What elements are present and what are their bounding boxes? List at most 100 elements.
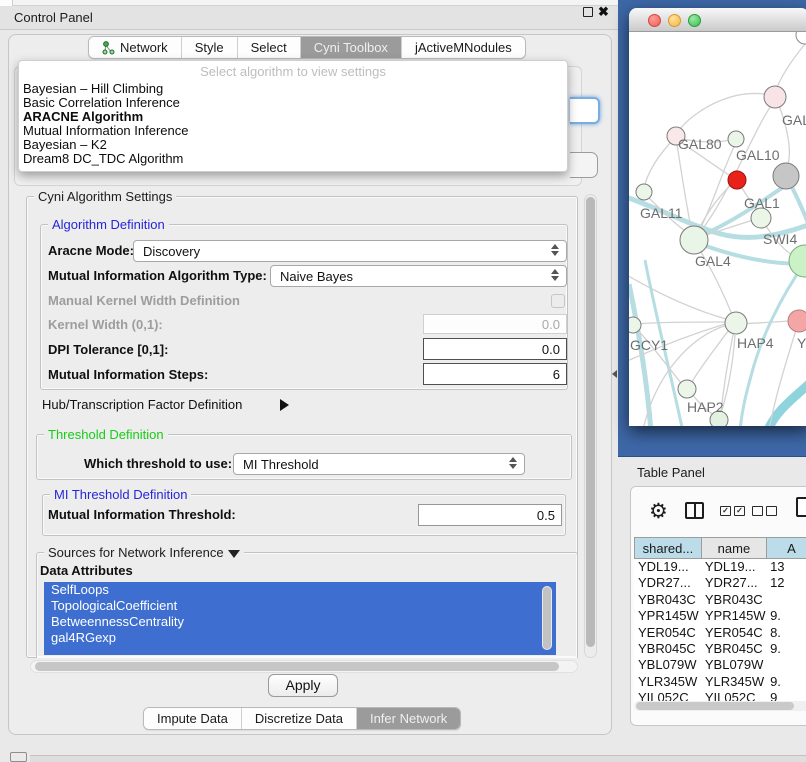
network-node[interactable] bbox=[728, 171, 746, 189]
network-node[interactable] bbox=[773, 163, 799, 189]
expand-arrow-icon[interactable] bbox=[280, 399, 289, 411]
network-node[interactable] bbox=[728, 131, 744, 147]
tab-cyni-toolbox[interactable]: Cyni Toolbox bbox=[301, 37, 402, 58]
float-panel-icon[interactable] bbox=[583, 7, 593, 17]
network-node[interactable] bbox=[764, 86, 786, 108]
table-cell: YDL19... bbox=[701, 559, 766, 575]
attribute-item[interactable]: SelfLoops bbox=[44, 582, 556, 598]
dropdown-item[interactable]: Basic Correlation Inference bbox=[23, 96, 563, 110]
minimize-window-icon[interactable] bbox=[668, 14, 681, 27]
deselect-all-icon[interactable] bbox=[752, 506, 777, 516]
column-header[interactable]: shared... bbox=[634, 537, 701, 559]
table-row[interactable]: YDR27...YDR27...12 bbox=[634, 575, 806, 591]
network-node[interactable] bbox=[636, 184, 652, 200]
table-cell: YPR145W bbox=[701, 608, 766, 624]
table-cell: 9. bbox=[766, 608, 806, 624]
panel-resize-grip[interactable] bbox=[612, 370, 617, 378]
network-node[interactable] bbox=[629, 317, 641, 333]
close-panel-icon[interactable]: ✖ bbox=[598, 4, 609, 20]
dropdown-item[interactable]: Mutual Information Inference bbox=[23, 124, 563, 138]
table-cell: YER054C bbox=[634, 625, 701, 641]
hub-transcription-factor-label[interactable]: Hub/Transcription Factor Definition bbox=[42, 394, 242, 416]
node-label: GAL10 bbox=[736, 147, 780, 163]
tab-label: jActiveMNodules bbox=[415, 40, 512, 55]
settings-vertical-scrollbar[interactable] bbox=[584, 194, 597, 658]
dropdown-item[interactable]: Bayesian – Hill Climbing bbox=[23, 82, 563, 96]
table-row[interactable]: YBR045CYBR045C9. bbox=[634, 641, 806, 657]
dpi-tolerance-field[interactable]: 0.0 bbox=[423, 338, 567, 360]
mi-algorithm-type-combobox[interactable]: Naive Bayes bbox=[270, 265, 567, 287]
status-strip bbox=[30, 755, 806, 762]
table-row[interactable]: YBR043CYBR043C bbox=[634, 592, 806, 608]
attribute-item[interactable]: TopologicalCoefficient bbox=[44, 598, 556, 614]
tab-label: Style bbox=[195, 40, 224, 55]
table-cell: YDL19... bbox=[634, 559, 701, 575]
tab-discretize-data[interactable]: Discretize Data bbox=[242, 708, 357, 729]
network-window[interactable]: GALGAL80GAL10GAL11GAL1SWI4GAL4GCY1HAP4YH… bbox=[629, 8, 806, 426]
network-edge bbox=[776, 44, 805, 90]
network-node[interactable] bbox=[725, 312, 747, 334]
dropdown-item[interactable]: ARACNE Algorithm bbox=[23, 110, 563, 124]
tab-style[interactable]: Style bbox=[182, 37, 238, 58]
network-node[interactable] bbox=[751, 208, 771, 228]
apply-button[interactable]: Apply bbox=[268, 674, 338, 697]
table-cell: 9. bbox=[766, 641, 806, 657]
close-window-icon[interactable] bbox=[648, 14, 661, 27]
tab-infer-network[interactable]: Infer Network bbox=[357, 708, 460, 729]
table-cell: YER054C bbox=[701, 625, 766, 641]
table-row[interactable]: YBL079WYBL079W bbox=[634, 657, 806, 673]
network-node[interactable] bbox=[788, 310, 806, 332]
application-root: Control Panel ✖ Network Style SelectCyni T… bbox=[0, 0, 806, 762]
tab-label: Discretize Data bbox=[255, 711, 343, 726]
mi-steps-field[interactable]: 6 bbox=[423, 363, 567, 385]
attribute-item[interactable]: BetweennessCentrality bbox=[44, 614, 556, 630]
tab-jactivemnodules[interactable]: jActiveMNodules bbox=[402, 37, 525, 58]
table-cell: 13 bbox=[766, 559, 806, 575]
dropdown-item[interactable]: Bayesian – K2 bbox=[23, 138, 563, 152]
zoom-window-icon[interactable] bbox=[688, 14, 701, 27]
settings-horizontal-scrollbar[interactable] bbox=[30, 660, 578, 673]
table-row[interactable]: YER054CYER054C8. bbox=[634, 625, 806, 641]
network-node[interactable] bbox=[789, 245, 806, 277]
list-scrollbar[interactable] bbox=[542, 586, 552, 650]
tab-impute-data[interactable]: Impute Data bbox=[144, 708, 242, 729]
threshold-definition-title: Threshold Definition bbox=[44, 427, 168, 442]
tab-select[interactable]: Select bbox=[238, 37, 301, 58]
mi-algorithm-type-value: Naive Bayes bbox=[280, 269, 353, 284]
table-row[interactable]: YDL19...YDL19...13 bbox=[634, 559, 806, 575]
table-horizontal-scrollbar[interactable] bbox=[634, 701, 806, 711]
node-label: Y bbox=[797, 335, 806, 351]
network-node[interactable] bbox=[680, 226, 708, 254]
attribute-item[interactable]: gal4RGexp bbox=[44, 630, 556, 646]
network-window-titlebar[interactable] bbox=[629, 8, 806, 32]
export-table-icon[interactable] bbox=[796, 497, 806, 517]
control-panel-title: Control Panel bbox=[14, 10, 93, 25]
panel-dock-icon[interactable] bbox=[10, 752, 27, 762]
aracne-mode-combobox[interactable]: Discovery bbox=[133, 240, 567, 262]
table-data-combobox-fragment[interactable] bbox=[570, 152, 598, 178]
settings-gear-icon[interactable]: ⚙ bbox=[649, 499, 668, 524]
dropdown-item[interactable]: Dream8 DC_TDC Algorithm bbox=[23, 152, 563, 166]
node-label: GAL1 bbox=[744, 195, 780, 211]
tab-network[interactable]: Network bbox=[89, 37, 182, 58]
sources-title[interactable]: Sources for Network Inference bbox=[44, 545, 244, 560]
network-node[interactable] bbox=[796, 32, 806, 44]
column-header[interactable]: name bbox=[701, 537, 766, 559]
network-edge bbox=[629, 274, 726, 319]
column-header[interactable]: A bbox=[766, 537, 806, 559]
algorithm-definition-title: Algorithm Definition bbox=[48, 217, 169, 232]
which-threshold-combobox[interactable]: MI Threshold bbox=[233, 453, 525, 475]
kernel-width-field[interactable]: 0.0 bbox=[423, 314, 567, 334]
mi-threshold-field[interactable]: 0.5 bbox=[418, 504, 562, 526]
columns-icon[interactable] bbox=[685, 502, 704, 519]
network-canvas[interactable]: GALGAL80GAL10GAL11GAL1SWI4GAL4GCY1HAP4YH… bbox=[629, 32, 806, 426]
data-attributes-list[interactable]: SelfLoopsTopologicalCoefficientBetweenne… bbox=[44, 582, 556, 655]
table-row[interactable]: YLR345WYLR345W9. bbox=[634, 674, 806, 690]
select-all-icon[interactable]: ✓✓ bbox=[720, 506, 745, 516]
table-row[interactable]: YPR145WYPR145W9. bbox=[634, 608, 806, 624]
manual-kernel-width-checkbox[interactable] bbox=[551, 294, 565, 308]
table-cell: YBR045C bbox=[701, 641, 766, 657]
node-label: GAL4 bbox=[695, 253, 731, 269]
network-node[interactable] bbox=[678, 380, 696, 398]
algorithm-combobox-fragment[interactable] bbox=[570, 97, 600, 124]
